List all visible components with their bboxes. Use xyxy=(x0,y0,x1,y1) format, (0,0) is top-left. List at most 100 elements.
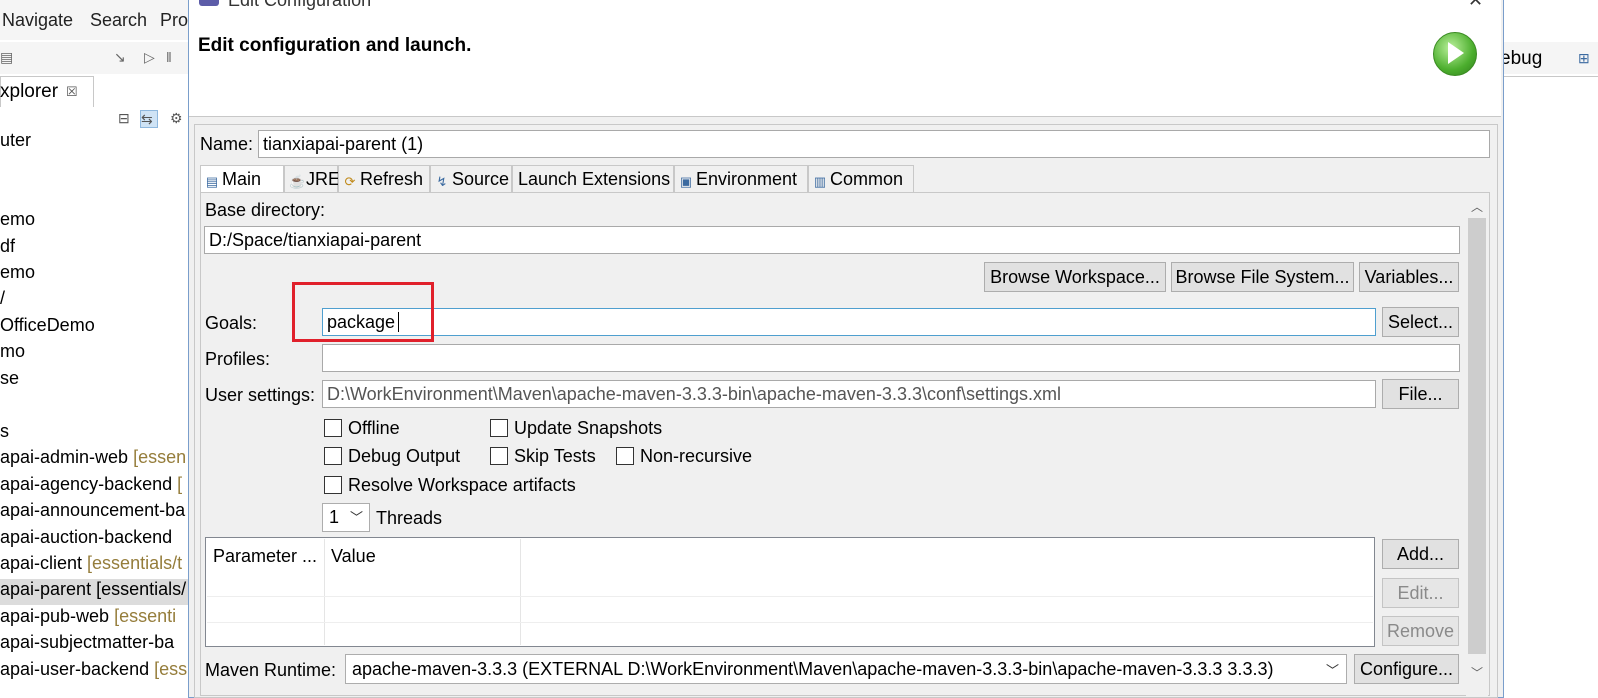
scrollbar-thumb[interactable] xyxy=(1468,218,1486,654)
skip-breakpoints-icon[interactable]: ↘ xyxy=(114,50,128,64)
skip-tests-label: Skip Tests xyxy=(514,446,596,466)
tab-main[interactable]: ▤ Main xyxy=(200,165,284,192)
debug-perspective-label[interactable]: ebug xyxy=(1500,48,1542,70)
scroll-down-icon[interactable]: ﹀ xyxy=(1471,664,1483,681)
column-divider xyxy=(324,539,325,645)
table-row-line xyxy=(207,596,1373,597)
environment-icon: ▣ xyxy=(679,174,693,189)
goals-field[interactable]: package xyxy=(322,308,1376,336)
link-with-editor-icon[interactable]: ⇆ xyxy=(140,110,158,128)
explorer-tab-label: xplorer xyxy=(0,81,59,102)
menu-project[interactable]: Pro xyxy=(160,10,188,31)
dialog-header xyxy=(189,0,1501,117)
table-row-line xyxy=(207,622,1373,623)
divider xyxy=(1504,76,1598,77)
debug-output-label: Debug Output xyxy=(348,446,461,466)
tree-item[interactable]: apai-auction-backend xyxy=(0,527,172,553)
tree-item-selected[interactable]: apai-parent [essentials/ xyxy=(0,579,190,605)
play-icon xyxy=(1448,42,1464,64)
tree-item[interactable]: apai-agency-backend [ xyxy=(0,474,182,500)
tree-item[interactable]: uter xyxy=(0,130,31,156)
tree-item[interactable]: mo xyxy=(0,341,25,367)
main-tab-icon: ▤ xyxy=(205,174,219,189)
source-icon: ↯ xyxy=(436,174,448,189)
goals-label: Goals: xyxy=(205,313,258,333)
edit-parameter-button[interactable]: Edit... xyxy=(1382,578,1459,608)
close-icon[interactable]: ✕ xyxy=(1468,0,1483,11)
dialog-title: Edit Configuration xyxy=(228,0,372,10)
threads-label: Threads xyxy=(376,508,443,528)
tab-jre[interactable]: ☕JRE xyxy=(284,165,340,192)
project-explorer-tree: uter emo df emo / OfficeDemo mo se s apa… xyxy=(0,128,190,696)
non-recursive-label: Non-recursive xyxy=(640,446,753,466)
menu-navigate[interactable]: Navigate xyxy=(2,10,73,31)
common-icon: ▥ xyxy=(813,174,827,189)
select-goals-button[interactable]: Select... xyxy=(1382,307,1459,337)
file-button[interactable]: File... xyxy=(1382,379,1459,409)
collapse-all-icon[interactable]: ⊟ xyxy=(118,110,134,126)
tree-item[interactable]: / xyxy=(0,288,5,314)
update-snapshots-label: Update Snapshots xyxy=(514,418,663,438)
name-field[interactable]: tianxiapai-parent (1) xyxy=(258,130,1490,158)
user-settings-label: User settings: xyxy=(205,385,316,405)
configure-button[interactable]: Configure... xyxy=(1354,654,1459,684)
menu-search[interactable]: Search xyxy=(90,10,147,31)
tab-environment[interactable]: ▣ Environment xyxy=(674,165,808,192)
column-divider xyxy=(520,539,521,645)
ide-right-area xyxy=(1504,0,1598,696)
tree-item[interactable]: apai-user-backend [ess xyxy=(0,659,187,685)
column-header-parameter[interactable]: Parameter ... xyxy=(213,546,317,567)
tree-item[interactable]: apai-subjectmatter-ba xyxy=(0,632,174,658)
close-icon[interactable]: ☒ xyxy=(66,84,78,100)
tree-item[interactable]: OfficeDemo xyxy=(0,315,95,341)
perspective-icon[interactable]: ⊞ xyxy=(1578,50,1590,67)
column-header-value[interactable]: Value xyxy=(331,546,376,567)
browse-file-system-button[interactable]: Browse File System... xyxy=(1171,262,1354,292)
print-icon[interactable]: ▤ xyxy=(0,50,14,64)
profiles-field[interactable] xyxy=(322,344,1460,372)
tab-common[interactable]: ▥ Common xyxy=(808,165,914,192)
base-directory-field[interactable]: D:/Space/tianxiapai-parent xyxy=(204,226,1460,254)
name-label: Name: xyxy=(200,134,254,154)
tree-item[interactable]: apai-client [essentials/t xyxy=(0,553,182,579)
tree-item[interactable]: apai-announcement-ba xyxy=(0,500,185,526)
maven-runtime-label: Maven Runtime: xyxy=(205,660,337,680)
tree-item[interactable]: s xyxy=(0,421,9,447)
variables-button[interactable]: Variables... xyxy=(1359,262,1459,292)
offline-checkbox[interactable] xyxy=(324,419,342,437)
tree-item[interactable]: df xyxy=(0,236,15,262)
debug-output-checkbox[interactable] xyxy=(324,447,342,465)
skip-tests-checkbox[interactable] xyxy=(490,447,508,465)
chevron-down-icon[interactable]: ﹀ xyxy=(350,507,363,526)
resolve-workspace-label: Resolve Workspace artifacts xyxy=(348,475,576,495)
profiles-label: Profiles: xyxy=(205,349,271,369)
user-settings-field[interactable]: D:\WorkEnvironment\Maven\apache-maven-3.… xyxy=(322,380,1376,408)
browse-workspace-button[interactable]: Browse Workspace... xyxy=(984,262,1166,292)
tree-item[interactable]: emo xyxy=(0,262,35,288)
update-snapshots-checkbox[interactable] xyxy=(490,419,508,437)
tab-launch-extensions[interactable]: Launch Extensions xyxy=(512,165,674,192)
maven-runtime-select[interactable]: apache-maven-3.3.3 (EXTERNAL D:\WorkEnvi… xyxy=(345,654,1347,684)
dialog-heading: Edit configuration and launch. xyxy=(198,35,472,56)
tree-item[interactable]: emo xyxy=(0,209,35,235)
highlight-annotation xyxy=(292,282,434,342)
parameter-table[interactable] xyxy=(205,537,1375,647)
resume-icon[interactable]: ▷ xyxy=(144,50,158,64)
chevron-down-icon[interactable]: ﹀ xyxy=(1326,660,1339,679)
eclipse-icon xyxy=(199,0,219,6)
refresh-icon: ⟳ xyxy=(344,174,356,189)
ide-toolbar xyxy=(0,42,190,74)
tree-item[interactable]: apai-pub-web [essenti xyxy=(0,606,176,632)
tab-refresh[interactable]: ⟳ Refresh xyxy=(338,165,430,192)
scroll-up-icon[interactable]: ︿ xyxy=(1471,198,1483,215)
offline-label: Offline xyxy=(348,418,400,438)
tree-item[interactable]: se xyxy=(0,368,19,394)
view-menu-icon[interactable]: ⚙ xyxy=(170,110,186,126)
remove-parameter-button[interactable]: Remove xyxy=(1382,616,1459,646)
suspend-icon[interactable]: ‖ xyxy=(166,50,180,64)
non-recursive-checkbox[interactable] xyxy=(616,447,634,465)
resolve-workspace-checkbox[interactable] xyxy=(324,476,342,494)
tab-source[interactable]: ↯ Source xyxy=(430,165,512,192)
tree-item[interactable]: apai-admin-web [essen xyxy=(0,447,186,473)
add-parameter-button[interactable]: Add... xyxy=(1382,539,1459,569)
